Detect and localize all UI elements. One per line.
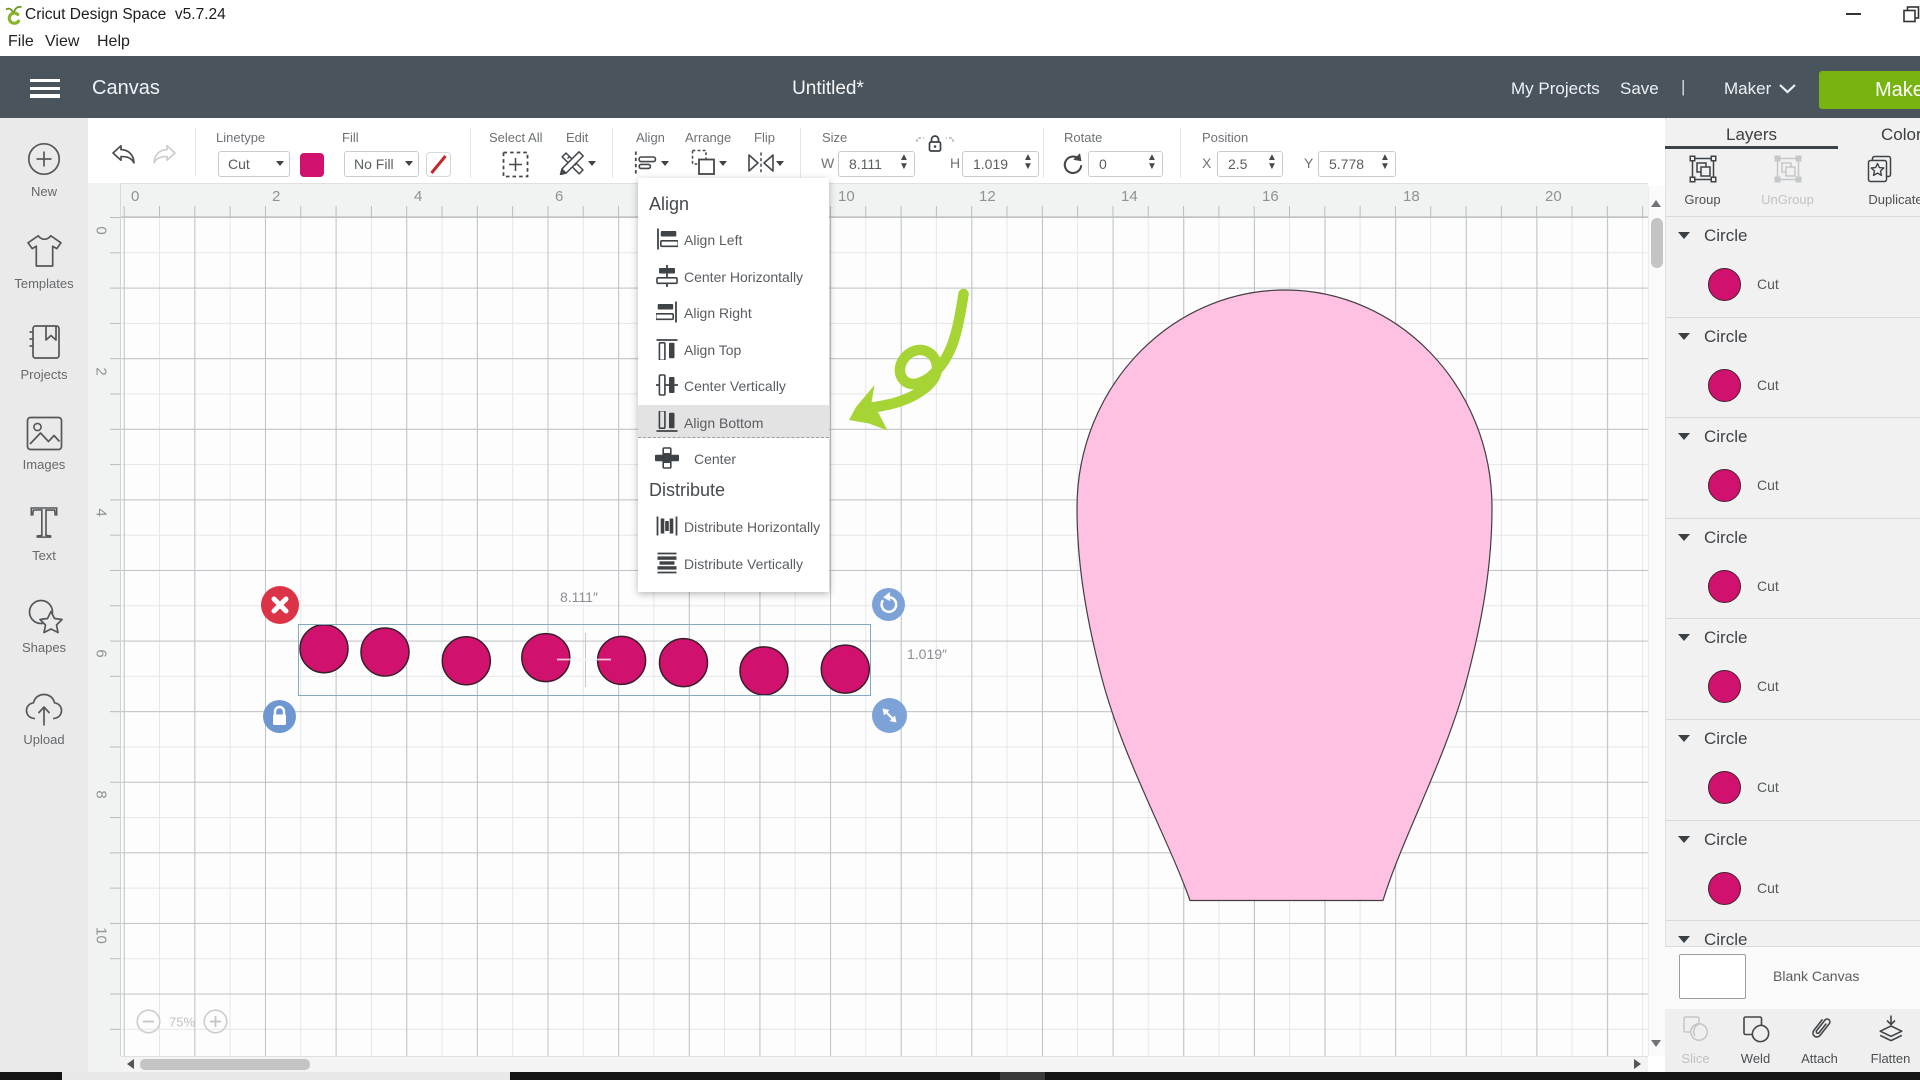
- svg-text:75%: 75%: [169, 1015, 195, 1030]
